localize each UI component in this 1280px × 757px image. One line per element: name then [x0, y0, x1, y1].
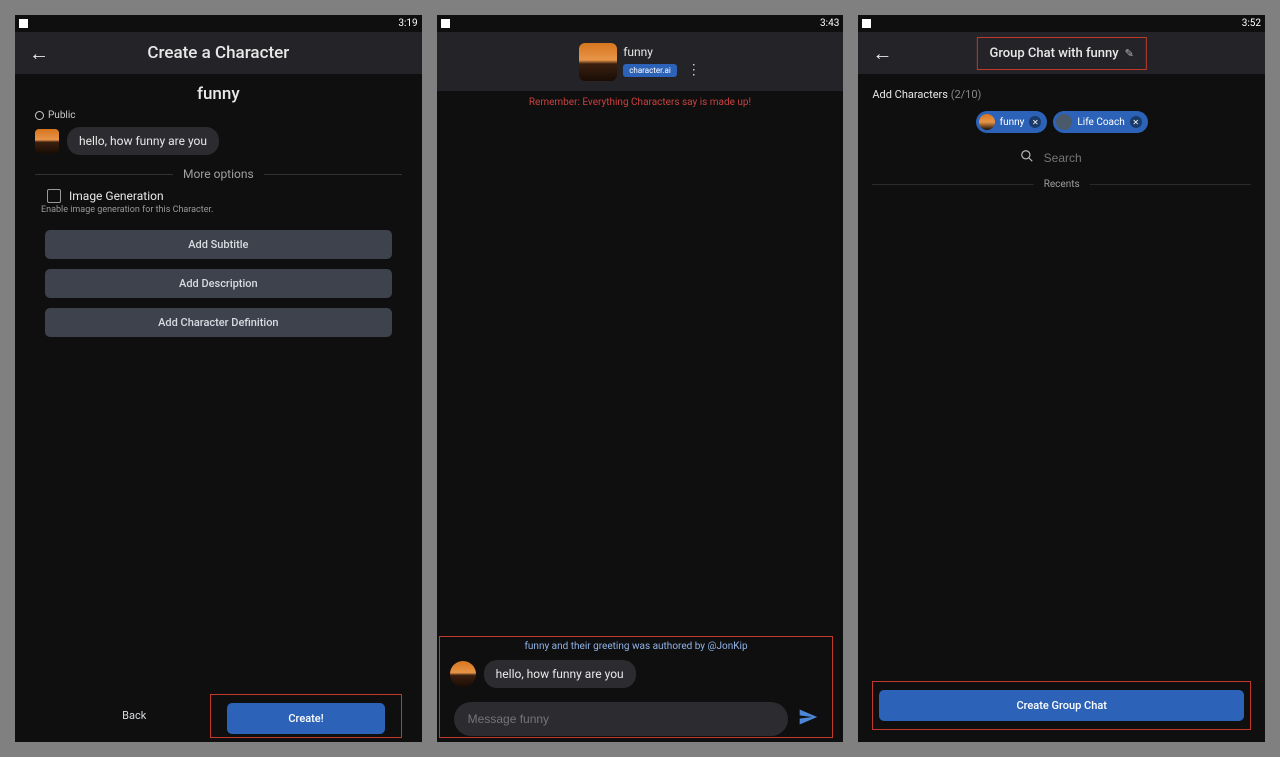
search-input[interactable]	[1044, 151, 1104, 165]
character-count: (2/10)	[951, 88, 982, 101]
search-row[interactable]	[858, 137, 1265, 179]
chip-life-coach[interactable]: Life Coach ✕	[1053, 111, 1147, 133]
message-bubble: hello, how funny are you	[484, 660, 636, 688]
chip-avatar	[1056, 114, 1072, 130]
recents-divider: Recents	[858, 179, 1265, 190]
status-app-icon	[441, 19, 450, 28]
screen-create-character: 3:19 ← Create a Character funny Public h…	[15, 15, 422, 742]
message-row: hello, how funny are you	[440, 656, 833, 692]
authored-text: funny and their greeting was authored by…	[440, 637, 833, 656]
group-chat-title[interactable]: Group Chat with funny	[990, 46, 1119, 61]
character-avatar[interactable]	[579, 43, 617, 81]
highlight-create: Create!	[210, 694, 402, 738]
screen-group-chat: 3:52 ← Group Chat with funny ✎ Add Chara…	[858, 15, 1265, 742]
add-description-button[interactable]: Add Description	[45, 269, 392, 298]
back-arrow-icon[interactable]: ←	[29, 41, 49, 66]
search-icon	[1020, 149, 1034, 167]
greeting-row: hello, how funny are you	[15, 121, 422, 165]
add-subtitle-button[interactable]: Add Subtitle	[45, 230, 392, 259]
header-info: funny character.ai ⋮	[623, 45, 701, 78]
status-bar: 3:19	[15, 15, 422, 32]
input-row	[440, 692, 833, 742]
status-app-icon	[19, 19, 28, 28]
chip-label: funny	[1000, 117, 1025, 128]
back-arrow-icon[interactable]: ←	[872, 41, 892, 66]
visibility-label: Public	[48, 110, 76, 121]
highlight-title: Group Chat with funny ✎	[977, 37, 1147, 70]
footer: Create Group Chat	[858, 669, 1265, 742]
status-bar: 3:43	[437, 15, 844, 32]
back-button[interactable]: Back	[29, 709, 199, 722]
more-options-divider: More options	[15, 167, 422, 181]
send-icon[interactable]	[798, 707, 818, 732]
chip-remove-icon[interactable]: ✕	[1029, 116, 1041, 128]
status-time: 3:52	[1242, 18, 1261, 29]
more-menu-icon[interactable]: ⋮	[687, 62, 701, 78]
chip-label: Life Coach	[1077, 117, 1124, 128]
status-app-icon	[862, 19, 871, 28]
character-avatar	[450, 661, 476, 687]
header: ← Create a Character	[15, 32, 422, 74]
globe-icon	[35, 111, 44, 120]
character-chips: funny ✕ Life Coach ✕	[858, 107, 1265, 137]
chip-remove-icon[interactable]: ✕	[1130, 116, 1142, 128]
message-input[interactable]	[454, 702, 789, 736]
header: ← Group Chat with funny ✎	[858, 32, 1265, 74]
character-name: funny	[15, 74, 422, 110]
chat-header: funny character.ai ⋮	[437, 32, 844, 91]
disclaimer-text: Remember: Everything Characters say is m…	[437, 91, 844, 114]
highlight-create-group: Create Group Chat	[872, 681, 1251, 730]
status-time: 3:43	[820, 18, 839, 29]
page-title: Create a Character	[147, 43, 289, 63]
chip-funny[interactable]: funny ✕	[976, 111, 1048, 133]
create-group-chat-button[interactable]: Create Group Chat	[879, 690, 1244, 721]
create-button[interactable]: Create!	[227, 703, 385, 734]
visibility-row[interactable]: Public	[15, 110, 422, 121]
character-name: funny	[623, 45, 653, 59]
status-bar: 3:52	[858, 15, 1265, 32]
add-characters-label: Add Characters (2/10)	[858, 74, 1265, 107]
source-badge: character.ai	[623, 64, 677, 77]
highlight-chat-footer: funny and their greeting was authored by…	[439, 636, 834, 738]
character-avatar	[35, 129, 59, 153]
image-generation-row[interactable]: Image Generation	[15, 189, 422, 203]
image-generation-help: Enable image generation for this Charact…	[15, 203, 422, 225]
screen-chat: 3:43 funny character.ai ⋮ Remember: Ever…	[437, 15, 844, 742]
checkbox-icon[interactable]	[47, 189, 61, 203]
add-definition-button[interactable]: Add Character Definition	[45, 308, 392, 337]
greeting-input[interactable]: hello, how funny are you	[67, 127, 219, 155]
edit-icon[interactable]: ✎	[1125, 47, 1134, 60]
image-generation-label: Image Generation	[69, 189, 164, 203]
status-time: 3:19	[398, 18, 417, 29]
chip-avatar	[979, 114, 995, 130]
